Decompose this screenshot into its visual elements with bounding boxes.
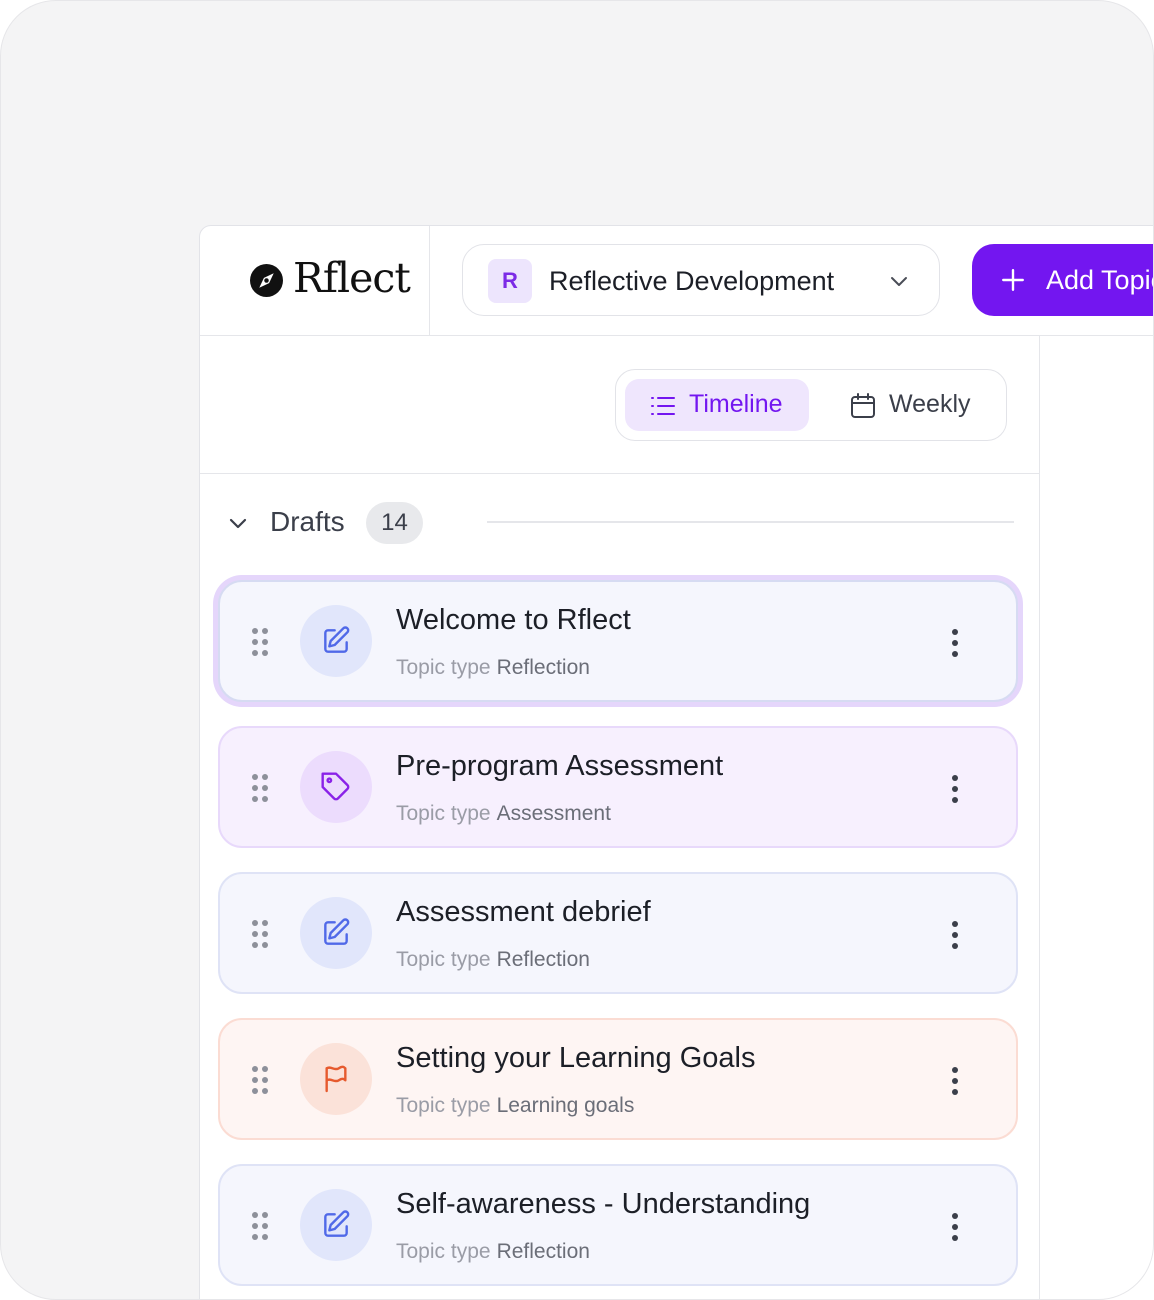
topic-type-label: Topic type	[396, 656, 491, 679]
compass-icon	[250, 264, 283, 297]
timeline-view-label: Timeline	[689, 390, 783, 418]
plus-icon	[1002, 269, 1024, 291]
topic-type-label: Topic type	[396, 1094, 491, 1117]
topic-type-badge	[300, 1043, 372, 1115]
project-name: Reflective Development	[549, 266, 835, 296]
drafts-count-badge: 14	[366, 502, 423, 544]
topic-card[interactable]: Pre-program Assessment Topic type Assessm…	[218, 726, 1018, 848]
topic-type-badge	[300, 897, 372, 969]
topic-title: Assessment debrief	[396, 896, 651, 928]
topic-meta: Topic type Reflection	[396, 656, 590, 680]
topic-type-value: Assessment	[496, 802, 611, 825]
chevron-down-icon	[891, 277, 907, 286]
project-avatar: R	[488, 259, 532, 303]
topics-panel: Timeline Weekly Drafts 14 Welcome to Rfl…	[200, 336, 1040, 1299]
view-switcher: Timeline Weekly	[615, 369, 1007, 441]
topic-type-label: Topic type	[396, 802, 491, 825]
brand-name: Rflect	[293, 254, 411, 302]
top-bar: Rflect R Reflective Development Add Topi…	[200, 226, 1154, 336]
topic-type-label: Topic type	[396, 1240, 491, 1263]
brand[interactable]: Rflect	[200, 226, 430, 336]
topic-type-value: Reflection	[496, 656, 590, 679]
screenshot-frame: Rflect R Reflective Development Add Topi…	[0, 0, 1154, 1300]
topic-card[interactable]: Assessment debrief Topic type Reflection	[218, 872, 1018, 994]
drafts-title: Drafts	[270, 506, 345, 537]
topic-title: Welcome to Rflect	[396, 604, 631, 636]
topic-title: Self-awareness - Understanding	[396, 1188, 811, 1220]
list-icon	[651, 397, 675, 415]
edit-icon	[324, 626, 350, 653]
topic-card[interactable]: Self-awareness - Understanding Topic typ…	[218, 1164, 1018, 1286]
project-selector[interactable]: R Reflective Development	[462, 244, 940, 316]
topic-title: Pre-program Assessment	[396, 750, 724, 782]
weekly-view-button[interactable]: Weekly	[816, 379, 996, 431]
edit-icon	[324, 918, 350, 945]
more-options-icon[interactable]	[940, 773, 970, 805]
more-options-icon[interactable]	[940, 627, 970, 659]
add-topic-label: Add Topic	[1046, 265, 1154, 295]
topic-title: Setting your Learning Goals	[396, 1042, 756, 1074]
edit-icon	[324, 1210, 350, 1237]
timeline-view-button[interactable]: Timeline	[625, 379, 809, 431]
chevron-down-icon[interactable]	[226, 511, 250, 535]
topic-type-badge	[300, 1189, 372, 1261]
drag-handle-icon[interactable]	[251, 1065, 269, 1095]
calendar-icon	[851, 393, 875, 418]
topic-meta: Topic type Reflection	[396, 948, 590, 972]
section-divider	[487, 521, 1014, 523]
tag-icon	[321, 772, 350, 801]
topic-type-value: Reflection	[496, 1240, 590, 1263]
more-options-icon[interactable]	[940, 1065, 970, 1097]
drag-handle-icon[interactable]	[251, 1211, 269, 1241]
drag-handle-icon[interactable]	[251, 627, 269, 657]
topic-card[interactable]: Setting your Learning Goals Topic type Le…	[218, 1018, 1018, 1140]
drag-handle-icon[interactable]	[251, 773, 269, 803]
app-window: Rflect R Reflective Development Add Topi…	[199, 225, 1154, 1299]
add-topic-button[interactable]: Add Topic	[972, 244, 1154, 316]
flag-icon	[325, 1065, 347, 1093]
topic-type-badge	[300, 751, 372, 823]
topic-type-label: Topic type	[396, 948, 491, 971]
more-options-icon[interactable]	[940, 1211, 970, 1243]
topic-meta: Topic type Assessment	[396, 802, 611, 826]
view-toolbar: Timeline Weekly	[200, 336, 1039, 474]
more-options-icon[interactable]	[940, 919, 970, 951]
weekly-view-label: Weekly	[889, 390, 971, 418]
topic-type-badge	[300, 605, 372, 677]
topic-type-value: Reflection	[496, 948, 590, 971]
topic-card[interactable]: Welcome to Rflect Topic type Reflection	[218, 580, 1018, 702]
topic-meta: Topic type Reflection	[396, 1240, 590, 1264]
topic-type-value: Learning goals	[496, 1094, 635, 1117]
topic-meta: Topic type Learning goals	[396, 1094, 634, 1118]
drafts-section-header[interactable]: Drafts 14	[200, 474, 1039, 570]
drag-handle-icon[interactable]	[251, 919, 269, 949]
